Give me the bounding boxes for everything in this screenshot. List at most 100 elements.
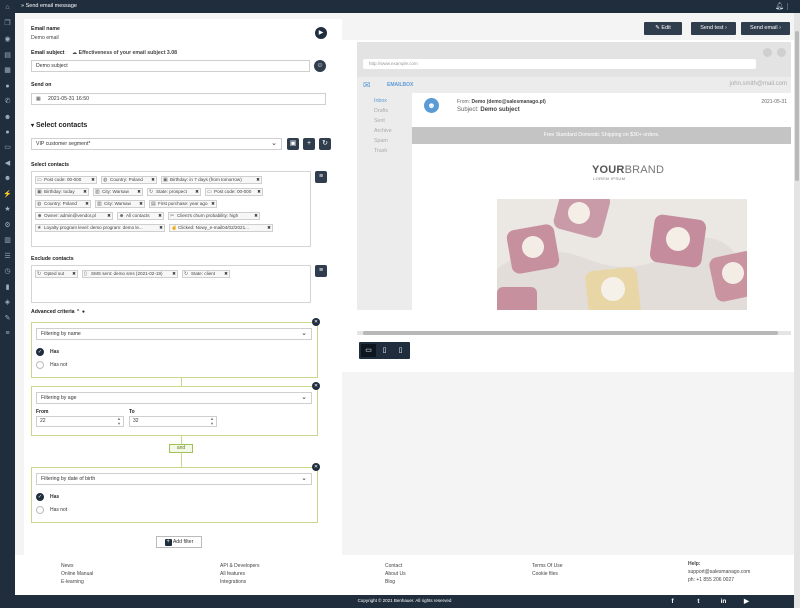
copy-icon[interactable]: ❐: [3, 19, 12, 28]
remove-icon[interactable]: ✖: [91, 177, 95, 183]
footer-link[interactable]: API & Developers: [220, 563, 259, 569]
contact-tag[interactable]: ☝ Clicked: Nowy_e-mail04/02/2021... ✖: [169, 224, 273, 232]
footer-link[interactable]: About Us: [385, 571, 406, 577]
age-to-input[interactable]: 32 ▲ ▼: [129, 416, 217, 427]
folder-archive[interactable]: Archive: [374, 128, 392, 134]
preview-scrollbar[interactable]: [357, 331, 791, 335]
footer-link[interactable]: News: [61, 563, 74, 569]
footer-link[interactable]: E-learning: [61, 579, 84, 585]
advanced-criteria-toggle[interactable]: Advanced criteria ⌃ ●: [31, 309, 85, 315]
help-icon[interactable]: ●: [3, 82, 12, 91]
list-icon[interactable]: ☰: [3, 252, 12, 261]
footer-link[interactable]: Blog: [385, 579, 395, 585]
play-button[interactable]: ▶: [315, 27, 327, 39]
contact-tag[interactable]: ↻ State: prospect ✖: [147, 188, 201, 196]
footer-link[interactable]: Integrations: [220, 579, 246, 585]
add-segment-button[interactable]: +: [303, 138, 315, 150]
star-icon[interactable]: ★: [3, 205, 12, 214]
folder-sent[interactable]: Sent: [374, 118, 385, 124]
filter-type-select[interactable]: Filtering by age ⌄: [36, 392, 312, 404]
eye-icon[interactable]: ◉: [3, 35, 12, 44]
segment-select[interactable]: VIP customer segment* ⌄: [31, 138, 282, 150]
subject-input[interactable]: Demo subject: [31, 60, 310, 72]
remove-icon[interactable]: ✖: [158, 213, 162, 219]
stepper-icon[interactable]: ▲ ▼: [210, 416, 214, 426]
emoji-button[interactable]: ☺: [314, 60, 326, 72]
radio-has[interactable]: ✓: [36, 493, 44, 501]
gear-icon[interactable]: ⚙: [3, 221, 12, 230]
refresh-segment-button[interactable]: ↻: [319, 138, 331, 150]
footer-link[interactable]: Contact: [385, 563, 402, 569]
remove-icon[interactable]: ✖: [256, 177, 260, 183]
exclude-contacts-box[interactable]: ↻ Opted out ✖ ▯ SMS sent: demo sms (2021-02…: [31, 265, 311, 303]
twitter-icon[interactable]: t: [694, 597, 703, 606]
remove-icon[interactable]: ✖: [224, 271, 228, 277]
footer-link[interactable]: Terms Of Use: [532, 563, 563, 569]
age-from-input[interactable]: 22 ▲ ▼: [36, 416, 124, 427]
grid-icon[interactable]: ▦: [3, 66, 12, 75]
contact-tag[interactable]: ▥ City: Warsaw ✖: [95, 200, 145, 208]
phone-icon[interactable]: ✆: [3, 97, 12, 106]
remove-icon[interactable]: ✖: [151, 177, 155, 183]
clock-icon[interactable]: ◷: [3, 267, 12, 276]
contact-tag[interactable]: ✂ Client's churn probability: high ✖: [168, 212, 260, 220]
contact-tag[interactable]: ◍ Country: Poland ✖: [101, 176, 157, 184]
id-card-icon[interactable]: ▤: [3, 51, 12, 60]
desktop-icon[interactable]: ▭: [361, 344, 376, 357]
group-icon[interactable]: ☻: [3, 174, 12, 183]
footer-link[interactable]: Cookie files: [532, 571, 558, 577]
remove-icon[interactable]: ✖: [172, 271, 176, 277]
users-icon[interactable]: ☻: [3, 113, 12, 122]
remove-icon[interactable]: ✖: [139, 201, 143, 207]
save-segment-button[interactable]: ▣: [287, 138, 299, 150]
footer-link[interactable]: Online Manual: [61, 571, 93, 577]
remove-icon[interactable]: ✖: [195, 189, 199, 195]
remove-icon[interactable]: ✖: [85, 201, 89, 207]
megaphone-icon[interactable]: ◀: [3, 159, 12, 168]
filter-type-select[interactable]: Filtering by name ⌄: [36, 328, 312, 340]
bell-icon[interactable]: 🔔︎: [775, 2, 784, 11]
database-icon[interactable]: ▮: [3, 283, 12, 292]
scrollbar-thumb[interactable]: [795, 31, 799, 181]
layers-icon[interactable]: ◈: [3, 298, 12, 307]
contact-tag[interactable]: ▤ First purchase: year ago ✖: [149, 200, 217, 208]
radio-has-not[interactable]: [36, 506, 44, 514]
tablet-icon[interactable]: ▯: [377, 344, 392, 357]
folder-inbox[interactable]: Inbox: [374, 98, 387, 104]
filter-type-select[interactable]: Filtering by date of birth ⌄: [36, 473, 312, 485]
footer-link[interactable]: All features: [220, 571, 245, 577]
edit-exclusions-button[interactable]: ≡: [315, 265, 327, 277]
linkedin-icon[interactable]: in: [719, 597, 728, 606]
remove-icon[interactable]: ✖: [72, 271, 76, 277]
and-operator[interactable]: and: [169, 444, 193, 453]
send-email-button[interactable]: Send email ›: [741, 22, 790, 35]
remove-icon[interactable]: ✖: [257, 189, 261, 195]
folder-drafts[interactable]: Drafts: [374, 108, 388, 114]
scrollbar-thumb[interactable]: [363, 331, 778, 335]
remove-filter-button[interactable]: ✕: [312, 318, 320, 326]
youtube-icon[interactable]: ▶: [742, 597, 751, 606]
monitor-icon[interactable]: ▭: [3, 143, 12, 152]
send-test-button[interactable]: Send test ›: [691, 22, 736, 35]
add-filter-button[interactable]: + Add filter: [156, 536, 202, 548]
remove-filter-button[interactable]: ✕: [312, 463, 320, 471]
help-email[interactable]: support@salesmanago.com: [688, 569, 750, 575]
radio-has[interactable]: ✓: [36, 348, 44, 356]
mobile-icon[interactable]: ▯: [393, 344, 408, 357]
contact-tag[interactable]: ▭ Post code: 00-000 ✖: [205, 188, 263, 196]
edit-contacts-button[interactable]: ≡: [315, 171, 327, 183]
folder-spam[interactable]: Spam: [374, 138, 388, 144]
remove-icon[interactable]: ✖: [83, 189, 87, 195]
home-icon[interactable]: ⌂: [3, 3, 12, 12]
facebook-icon[interactable]: f: [668, 597, 677, 606]
wrench-icon[interactable]: ✎: [3, 314, 12, 323]
chart-icon[interactable]: ▥: [3, 236, 12, 245]
select-contacts-box[interactable]: ▭ Post code: 00-000 ✖ ◍ Country: Poland ✖ ▣ B…: [31, 171, 311, 247]
remove-filter-button[interactable]: ✕: [312, 382, 320, 390]
sliders-icon[interactable]: ≡: [3, 329, 12, 338]
exclude-tag[interactable]: ↻ Opted out ✖: [35, 270, 78, 278]
contact-tag[interactable]: ▭ Post code: 00-000 ✖: [35, 176, 97, 184]
remove-icon[interactable]: ✖: [159, 225, 163, 231]
plug-icon[interactable]: ⚡: [3, 190, 12, 199]
chat-icon[interactable]: ●: [3, 128, 12, 137]
